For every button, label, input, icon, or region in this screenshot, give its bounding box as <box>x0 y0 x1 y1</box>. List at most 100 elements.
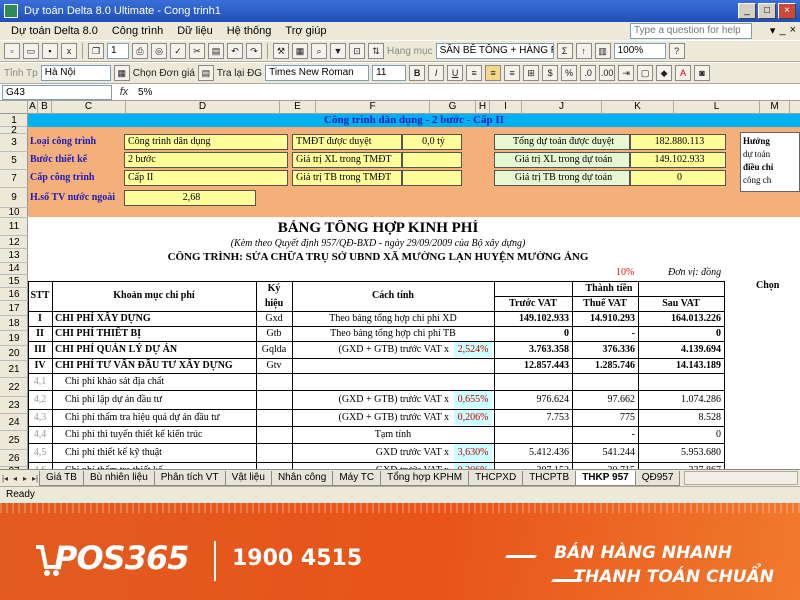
column-header-c[interactable]: C <box>52 101 126 114</box>
column-header-h[interactable]: H <box>476 101 490 114</box>
sum-icon[interactable]: Σ <box>556 43 573 59</box>
column-header-e[interactable]: E <box>280 101 316 114</box>
open-folder-icon[interactable]: ▭ <box>23 43 39 59</box>
formula-input[interactable]: 5% <box>132 87 152 98</box>
help-icon[interactable]: ? <box>668 43 685 59</box>
info-right-value-0[interactable]: 182.880.113 <box>630 134 726 150</box>
row-header[interactable]: 9 <box>0 188 28 208</box>
copy-icon[interactable]: ❐ <box>88 43 104 59</box>
indent-icon[interactable]: ⇥ <box>618 65 635 81</box>
row-header[interactable]: 19 <box>0 331 28 346</box>
sheet-cells[interactable]: Công trình dân dụng - 2 bước - Cấp II Lo… <box>28 114 800 469</box>
row-header[interactable]: 16 <box>0 288 28 301</box>
info-right-value-2[interactable]: 0 <box>630 170 726 186</box>
row-header[interactable]: 10 <box>0 208 28 218</box>
sheet-tab[interactable]: Giá TB <box>39 470 84 486</box>
excel-icon[interactable]: x <box>61 43 77 59</box>
preview-icon[interactable]: ◎ <box>151 43 167 59</box>
province-select[interactable]: Hà Nội <box>40 65 111 81</box>
info-mid-value-1[interactable] <box>402 152 462 168</box>
menu-help[interactable]: Trợ giúp <box>278 25 333 37</box>
next-sheet-icon[interactable]: ▸ <box>20 474 30 483</box>
copies-input[interactable]: 1 <box>107 43 129 59</box>
info-value-grade[interactable]: Cấp II <box>124 170 288 186</box>
help-search-input[interactable]: Type a question for help <box>630 23 752 39</box>
info-mid-value-0[interactable]: 0,0 tỷ <box>402 134 462 150</box>
column-header-a[interactable]: A <box>28 101 38 114</box>
row-header[interactable]: 25 <box>0 431 28 450</box>
spell-icon[interactable]: ✓ <box>170 43 186 59</box>
bold-button[interactable]: B <box>409 65 426 81</box>
sheet-tab[interactable]: THCPXD <box>468 470 524 486</box>
price-grid-icon[interactable]: ▦ <box>113 65 130 81</box>
row-header[interactable]: 15 <box>0 275 28 288</box>
lock-icon[interactable]: ⊡ <box>349 43 365 59</box>
select-all-corner[interactable] <box>0 101 28 114</box>
row-header[interactable]: 5 <box>0 152 28 170</box>
info-value-type[interactable]: Công trình dân dụng <box>124 134 288 150</box>
sheet-tab[interactable]: Phân tích VT <box>153 470 226 486</box>
prev-sheet-icon[interactable]: ◂ <box>10 474 20 483</box>
info-value-foreign[interactable]: 2,68 <box>124 190 256 206</box>
column-header-d[interactable]: D <box>126 101 280 114</box>
row-header[interactable]: 18 <box>0 316 28 331</box>
sheet-tab[interactable]: Nhân công <box>270 470 334 486</box>
column-header-i[interactable]: I <box>490 101 522 114</box>
row-header[interactable]: 3 <box>0 134 28 152</box>
new-file-icon[interactable]: ▫ <box>4 43 20 59</box>
menu-delta[interactable]: Dự toán Delta 8.0 <box>4 25 105 37</box>
column-header-j[interactable]: J <box>522 101 602 114</box>
maximize-button[interactable]: □ <box>758 3 776 19</box>
save-icon[interactable]: ▪ <box>42 43 58 59</box>
sheet-tab[interactable]: Tổng hợp KPHM <box>380 470 470 486</box>
decimal-increase-icon[interactable]: .0 <box>580 65 597 81</box>
column-header-m[interactable]: M <box>760 101 790 114</box>
font-select[interactable]: Times New Roman <box>265 65 370 81</box>
cut-icon[interactable]: ✂ <box>189 43 205 59</box>
percent-button[interactable]: % <box>561 65 578 81</box>
doc-close-button[interactable]: × <box>790 24 796 37</box>
column-header-g[interactable]: G <box>430 101 476 114</box>
pick-price-button[interactable]: Chọn Đơn giá <box>133 68 195 79</box>
borders-icon[interactable]: ▢ <box>637 65 654 81</box>
info-mid-value-2[interactable] <box>402 170 462 186</box>
search-icon[interactable]: ⌕ <box>311 43 327 59</box>
undo-icon[interactable]: ↶ <box>227 43 243 59</box>
hammer-icon[interactable]: ⚒ <box>273 43 289 59</box>
calculator-icon[interactable]: ▦ <box>292 43 308 59</box>
print-icon[interactable]: ⎙ <box>132 43 148 59</box>
info-value-step[interactable]: 2 bước <box>124 152 288 168</box>
fx-icon[interactable]: fx <box>116 86 132 98</box>
brand-logo[interactable]: POS365 <box>34 539 189 577</box>
menu-project[interactable]: Công trình <box>105 25 170 37</box>
row-header[interactable]: 20 <box>0 346 28 361</box>
row-header[interactable]: 23 <box>0 397 28 414</box>
underline-button[interactable]: U <box>447 65 464 81</box>
hotline-number[interactable]: 1900 4515 <box>232 546 362 571</box>
paste-icon[interactable]: ▤ <box>208 43 224 59</box>
column-header-l[interactable]: L <box>674 101 760 114</box>
spreadsheet-grid[interactable]: ABCDEFGHIJKLMN 1235791011121314151617181… <box>0 101 800 469</box>
align-center-icon[interactable]: ≡ <box>485 65 502 81</box>
sheet-tab[interactable]: QĐ957 <box>634 470 681 486</box>
chart-icon[interactable]: ▥ <box>594 43 611 59</box>
font-color-icon[interactable]: A <box>675 65 692 81</box>
currency-button[interactable]: $ <box>542 65 559 81</box>
italic-button[interactable]: I <box>428 65 445 81</box>
row-header[interactable]: 2 <box>0 126 28 136</box>
menu-data[interactable]: Dữ liệu <box>170 25 220 37</box>
row-header[interactable]: 17 <box>0 301 28 316</box>
sheet-tab[interactable]: Máy TC <box>332 470 382 486</box>
first-sheet-icon[interactable]: |◂ <box>0 474 10 483</box>
align-right-icon[interactable]: ≡ <box>504 65 521 81</box>
row-header[interactable]: 21 <box>0 361 28 378</box>
row-header[interactable]: 22 <box>0 378 28 397</box>
category-select[interactable]: SÂN BÊ TÔNG + HÀNG RÀO <box>435 43 554 59</box>
sheet-tab[interactable]: Bù nhiên liệu <box>82 470 155 486</box>
decimal-decrease-icon[interactable]: .00 <box>599 65 616 81</box>
row-header[interactable]: 14 <box>0 263 28 275</box>
row-header[interactable]: 13 <box>0 249 28 263</box>
sort-ascending-icon[interactable]: ↑ <box>575 43 592 59</box>
menu-system[interactable]: Hệ thống <box>220 25 279 37</box>
sheet-tab[interactable]: THCPTB <box>522 470 577 486</box>
